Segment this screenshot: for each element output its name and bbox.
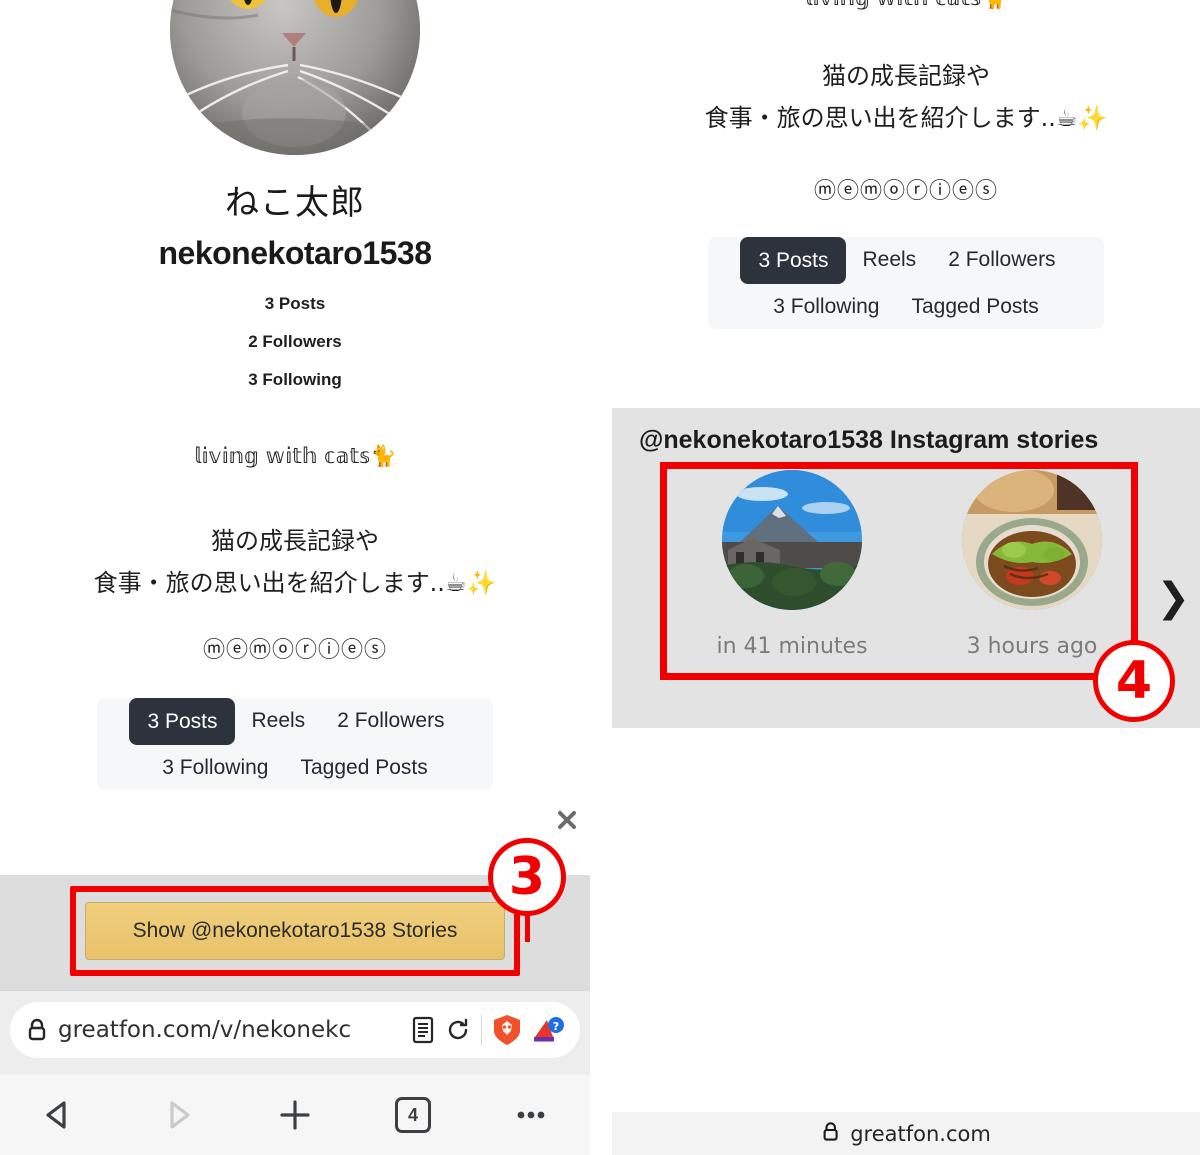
- toolbar-divider: [481, 1015, 482, 1045]
- annotation-badge-4: 4: [1093, 640, 1175, 722]
- extension-icon[interactable]: ?: [532, 1015, 564, 1045]
- profile-tabs-left: 3 Posts Reels 2 Followers 3 Following Ta…: [97, 698, 493, 790]
- annotation-stem-4: [1131, 560, 1137, 648]
- tab-reels[interactable]: Reels: [235, 698, 321, 745]
- bio-description-right: 猫の成長記録や 食事・旅の思い出を紹介します..☕✨: [612, 55, 1200, 139]
- tab-tagged-posts[interactable]: Tagged Posts: [284, 745, 443, 790]
- tab-row-1: 3 Posts Reels 2 Followers: [97, 698, 493, 745]
- tab-row-2: 3 Following Tagged Posts: [97, 745, 493, 790]
- bio-memories-label: ⓜⓔⓜⓞⓡⓘⓔⓢ: [202, 638, 387, 663]
- stat-followers: 2 Followers: [248, 332, 342, 351]
- stat-posts: 3 Posts: [264, 294, 326, 313]
- nav-forward-button: [118, 1075, 236, 1155]
- left-browser-panel: ねこ太郎 nekonekotaro1538 3 Posts 2 Follower…: [0, 0, 590, 1155]
- tab-tagged-posts-right[interactable]: Tagged Posts: [895, 284, 1054, 329]
- stories-next-arrow[interactable]: ❯: [1156, 578, 1190, 618]
- nav-new-tab-button[interactable]: [236, 1075, 354, 1155]
- domain-text: greatfon.com: [850, 1121, 991, 1146]
- back-arrow-icon: [46, 1101, 66, 1129]
- browser-bottom-nav: 4: [0, 1075, 590, 1155]
- bio-description: 猫の成長記録や 食事・旅の思い出を紹介します..☕✨: [0, 520, 590, 604]
- story-timestamp: 3 hours ago: [966, 634, 1098, 659]
- site-domain-bar: greatfon.com: [612, 1112, 1200, 1155]
- url-text: greatfon.com/v/nekonekc: [58, 1017, 352, 1043]
- stat-following: 3 Following: [248, 370, 342, 389]
- tab-reels-right[interactable]: Reels: [846, 237, 932, 284]
- bio-description-right-line1: 猫の成長記録や: [822, 62, 990, 90]
- plus-icon: [280, 1100, 310, 1130]
- story-thumbnail-food[interactable]: [962, 470, 1102, 610]
- tab-posts[interactable]: 3 Posts: [129, 698, 236, 745]
- annotation-badge-3: 3: [488, 838, 566, 916]
- lock-icon: [26, 1018, 48, 1042]
- avatar-container: [0, 0, 590, 155]
- profile-handle: nekonekotaro1538: [158, 235, 432, 271]
- brave-shield-icon[interactable]: [492, 1014, 522, 1046]
- tab-following-right[interactable]: 3 Following: [757, 284, 895, 329]
- tab-followers[interactable]: 2 Followers: [321, 698, 460, 745]
- svg-text:?: ?: [553, 1020, 559, 1033]
- close-overlay-button-left[interactable]: [545, 798, 589, 842]
- profile-display-name: ねこ太郎: [225, 183, 365, 223]
- reload-icon[interactable]: [445, 1017, 471, 1043]
- tab-posts-right[interactable]: 3 Posts: [740, 237, 847, 284]
- bio-tagline: 𝕝𝕚𝕧𝕚𝕟𝕘 𝕨𝕚𝕥𝕙 𝕔𝕒𝕥𝕤🐈: [193, 444, 397, 468]
- tab-count-label: 4: [395, 1097, 431, 1133]
- tab-row-1-right: 3 Posts Reels 2 Followers: [708, 237, 1104, 284]
- profile-tabs-right: 3 Posts Reels 2 Followers 3 Following Ta…: [708, 237, 1104, 329]
- bio-description-right-line2: 食事・旅の思い出を紹介します..☕✨: [704, 104, 1108, 132]
- story-timestamp: in 41 minutes: [716, 634, 868, 659]
- bio-description-line2: 食事・旅の思い出を紹介します..☕✨: [93, 569, 497, 597]
- tab-row-2-right: 3 Following Tagged Posts: [708, 284, 1104, 329]
- stories-list: in 41 minutes 3 hours ago: [672, 470, 1152, 688]
- bio-memories-label-right: ⓜⓔⓜⓞⓡⓘⓔⓢ: [813, 179, 998, 204]
- tab-followers-right[interactable]: 2 Followers: [932, 237, 1071, 284]
- show-stories-button[interactable]: Show @nekonekotaro1538 Stories: [85, 902, 505, 960]
- right-browser-panel: 𝕝𝕚𝕧𝕚𝕟𝕘 𝕨𝕚𝕥𝕙 𝕔𝕒𝕥𝕤🐈 猫の成長記録や 食事・旅の思い出を紹介します…: [612, 0, 1200, 1155]
- nav-menu-button[interactable]: [472, 1075, 590, 1155]
- screenshot-stage: ねこ太郎 nekonekotaro1538 3 Posts 2 Follower…: [0, 0, 1200, 1155]
- story-item[interactable]: in 41 minutes: [672, 470, 912, 688]
- lock-icon-small: [821, 1121, 840, 1147]
- story-thumbnail-fuji[interactable]: [722, 470, 862, 610]
- avatar[interactable]: [170, 0, 420, 155]
- annotation-stem-3: [525, 912, 530, 942]
- browser-address-bar[interactable]: greatfon.com/v/nekonekc ?: [10, 1002, 580, 1058]
- forward-arrow-icon: [170, 1101, 190, 1129]
- tab-following[interactable]: 3 Following: [146, 745, 284, 790]
- close-icon: [558, 811, 576, 829]
- bio-description-line1: 猫の成長記録や: [211, 527, 379, 555]
- stories-heading: @nekonekotaro1538 Instagram stories: [639, 426, 1099, 454]
- reader-mode-icon[interactable]: [411, 1016, 435, 1044]
- bio-tagline-right: 𝕝𝕚𝕧𝕚𝕟𝕘 𝕨𝕚𝕥𝕙 𝕔𝕒𝕥𝕤🐈: [612, 0, 1200, 11]
- nav-back-button[interactable]: [0, 1075, 118, 1155]
- nav-tab-switcher-button[interactable]: 4: [354, 1075, 472, 1155]
- more-options-icon: [517, 1111, 545, 1119]
